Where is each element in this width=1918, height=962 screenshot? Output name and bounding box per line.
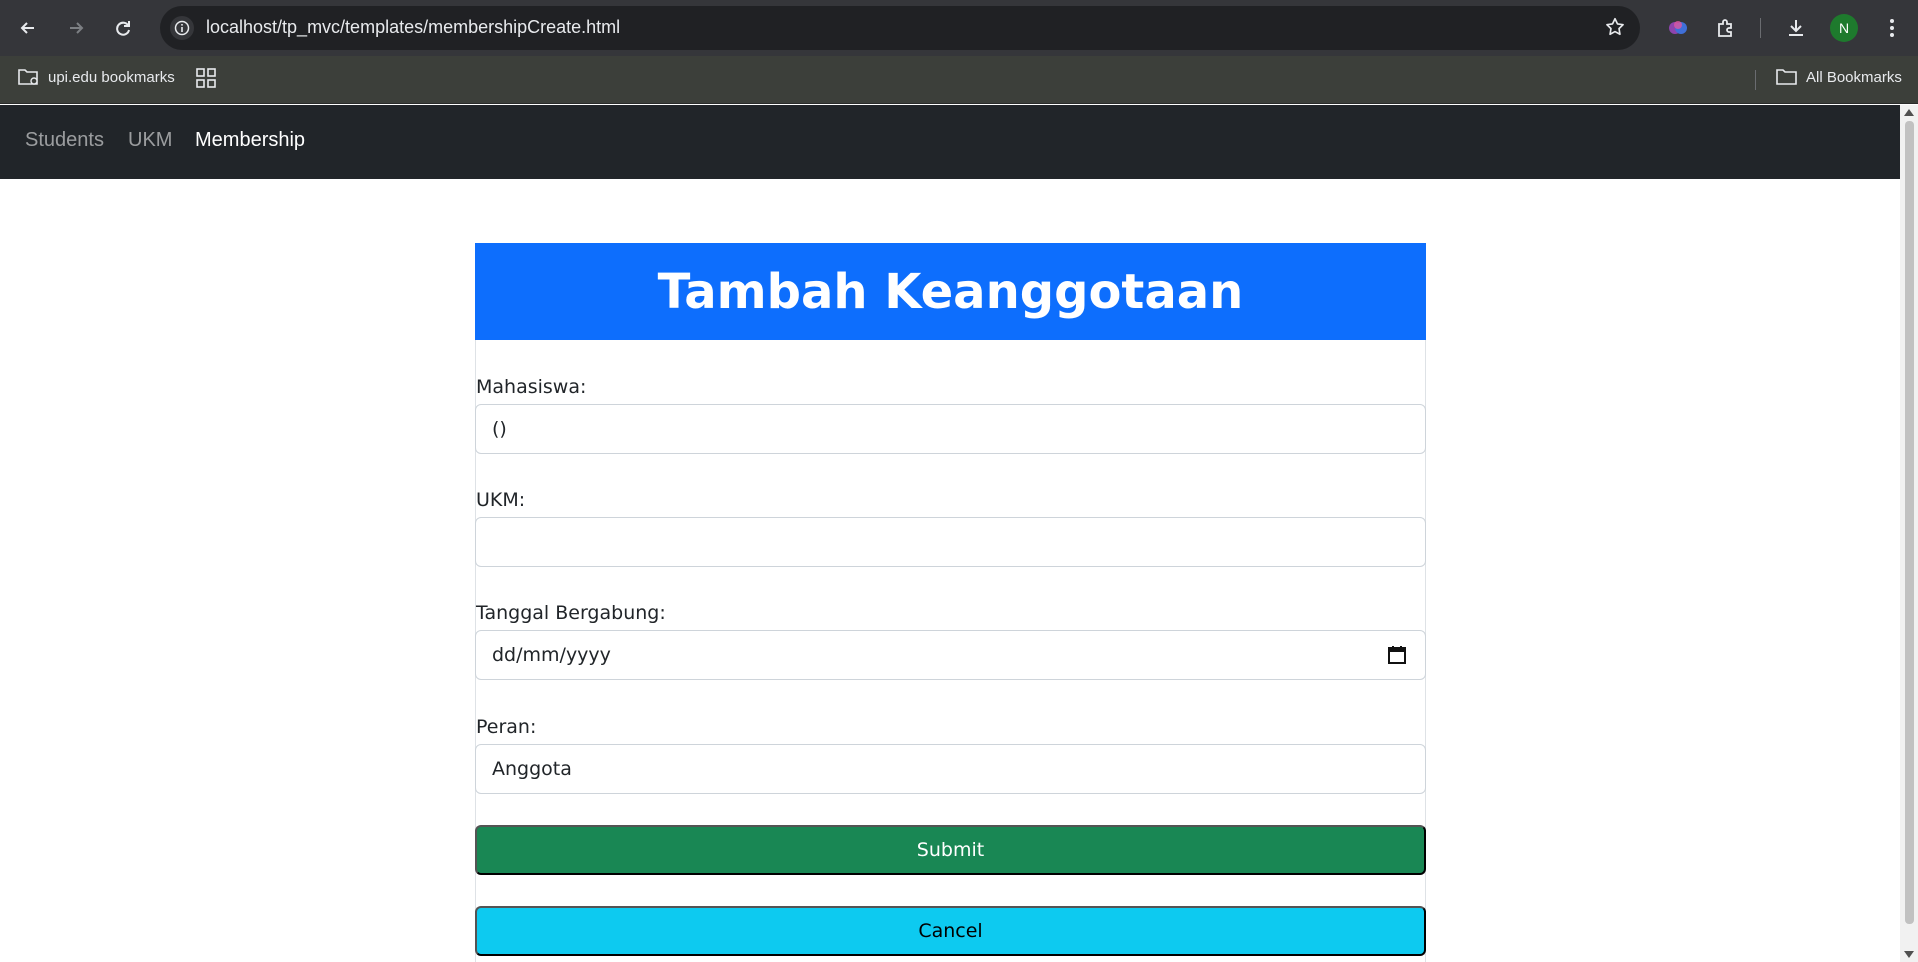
- bookmarks-bar: upi.edu bookmarks All Bookmarks: [0, 56, 1918, 104]
- address-bar[interactable]: localhost/tp_mvc/templates/membershipCre…: [160, 6, 1640, 50]
- extensions-puzzle-icon[interactable]: [1712, 14, 1740, 42]
- scroll-up-arrow-icon[interactable]: [1904, 109, 1914, 116]
- tanggal-bergabung-label: Tanggal Bergabung:: [476, 602, 666, 624]
- peran-label: Peran:: [476, 716, 537, 738]
- bookmark-folder-label: upi.edu bookmarks: [48, 68, 175, 86]
- nav-link-membership[interactable]: Membership: [195, 129, 305, 152]
- bookmarks-separator: [1755, 70, 1756, 90]
- download-icon[interactable]: [1782, 14, 1810, 42]
- folder-icon: [1776, 69, 1797, 85]
- ukm-label: UKM:: [476, 489, 526, 511]
- url-text[interactable]: localhost/tp_mvc/templates/membershipCre…: [206, 17, 620, 38]
- site-info-icon[interactable]: [170, 16, 194, 40]
- managed-folder-icon: [18, 69, 38, 85]
- extension-brain-icon[interactable]: [1664, 14, 1692, 42]
- toolbar-separator: [1760, 18, 1761, 38]
- nav-link-students[interactable]: Students: [25, 129, 104, 152]
- cancel-button[interactable]: Cancel: [475, 906, 1426, 956]
- bookmark-star-icon[interactable]: [1604, 16, 1626, 42]
- profile-avatar[interactable]: N: [1830, 14, 1858, 42]
- mahasiswa-label: Mahasiswa:: [476, 376, 587, 398]
- forward-icon[interactable]: [60, 12, 92, 44]
- calendar-icon[interactable]: [1387, 645, 1407, 670]
- submit-button[interactable]: Submit: [475, 825, 1426, 875]
- peran-input[interactable]: Anggota: [475, 744, 1426, 794]
- all-bookmarks-button[interactable]: All Bookmarks: [1776, 68, 1902, 86]
- apps-grid-icon[interactable]: [196, 68, 216, 88]
- back-icon[interactable]: [12, 12, 44, 44]
- form-header: Tambah Keanggotaan: [475, 243, 1426, 340]
- all-bookmarks-label: All Bookmarks: [1806, 68, 1902, 86]
- page-scrollbar[interactable]: [1900, 105, 1918, 962]
- ukm-select[interactable]: [475, 517, 1426, 567]
- nav-link-ukm[interactable]: UKM: [128, 129, 172, 152]
- date-placeholder: dd/mm/yyyy: [492, 644, 611, 666]
- mahasiswa-select[interactable]: (): [475, 404, 1426, 454]
- page-title: Tambah Keanggotaan: [657, 263, 1244, 320]
- menu-kebab-icon[interactable]: [1878, 14, 1906, 42]
- page-navbar: Students UKM Membership: [0, 105, 1900, 179]
- scroll-thumb[interactable]: [1905, 121, 1914, 924]
- tanggal-bergabung-date-input[interactable]: dd/mm/yyyy: [475, 630, 1426, 680]
- reload-icon[interactable]: [107, 12, 139, 44]
- bookmark-folder-upi[interactable]: upi.edu bookmarks: [18, 68, 175, 86]
- browser-toolbar: localhost/tp_mvc/templates/membershipCre…: [0, 0, 1918, 56]
- scroll-down-arrow-icon[interactable]: [1904, 951, 1914, 958]
